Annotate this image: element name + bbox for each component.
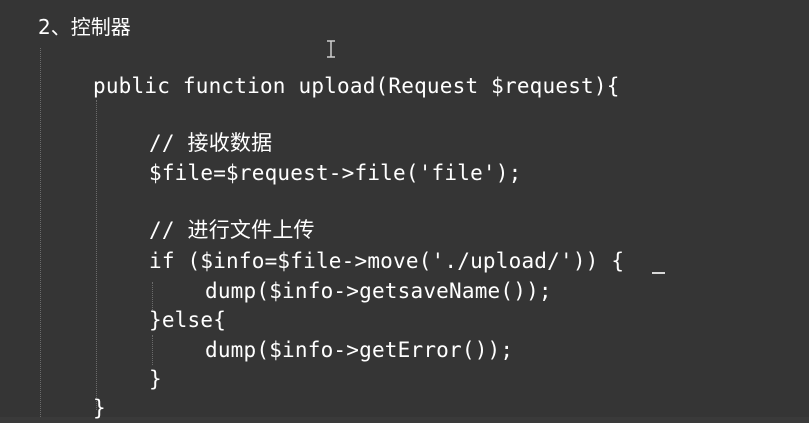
indent-guide bbox=[96, 100, 97, 410]
code-line-else[interactable]: }else{ bbox=[149, 305, 226, 335]
code-line-close-function[interactable]: } bbox=[93, 393, 106, 423]
code-line-file-assign[interactable]: $file=$request->file('file'); bbox=[149, 158, 521, 188]
indent-guide bbox=[152, 335, 153, 365]
code-line-close-if[interactable]: } bbox=[149, 364, 162, 394]
code-editor[interactable]: 2、控制器 public function upload(Request $re… bbox=[0, 0, 809, 420]
code-line-dump-savename[interactable]: dump($info->getsaveName()); bbox=[205, 276, 552, 306]
code-line-dump-error[interactable]: dump($info->getError()); bbox=[205, 335, 513, 365]
indent-guide bbox=[40, 48, 41, 417]
bracket-match-highlight bbox=[652, 272, 665, 274]
code-line-comment-receive-data[interactable]: // 接收数据 bbox=[149, 128, 272, 158]
code-line-if-move[interactable]: if ($info=$file->move('./upload/')) { bbox=[149, 246, 624, 276]
code-line-comment-upload[interactable]: // 进行文件上传 bbox=[149, 215, 315, 245]
code-line-function-signature[interactable]: public function upload(Request $request)… bbox=[93, 71, 620, 101]
text-cursor-ibeam-icon bbox=[327, 40, 335, 58]
section-heading: 2、控制器 bbox=[38, 15, 131, 39]
